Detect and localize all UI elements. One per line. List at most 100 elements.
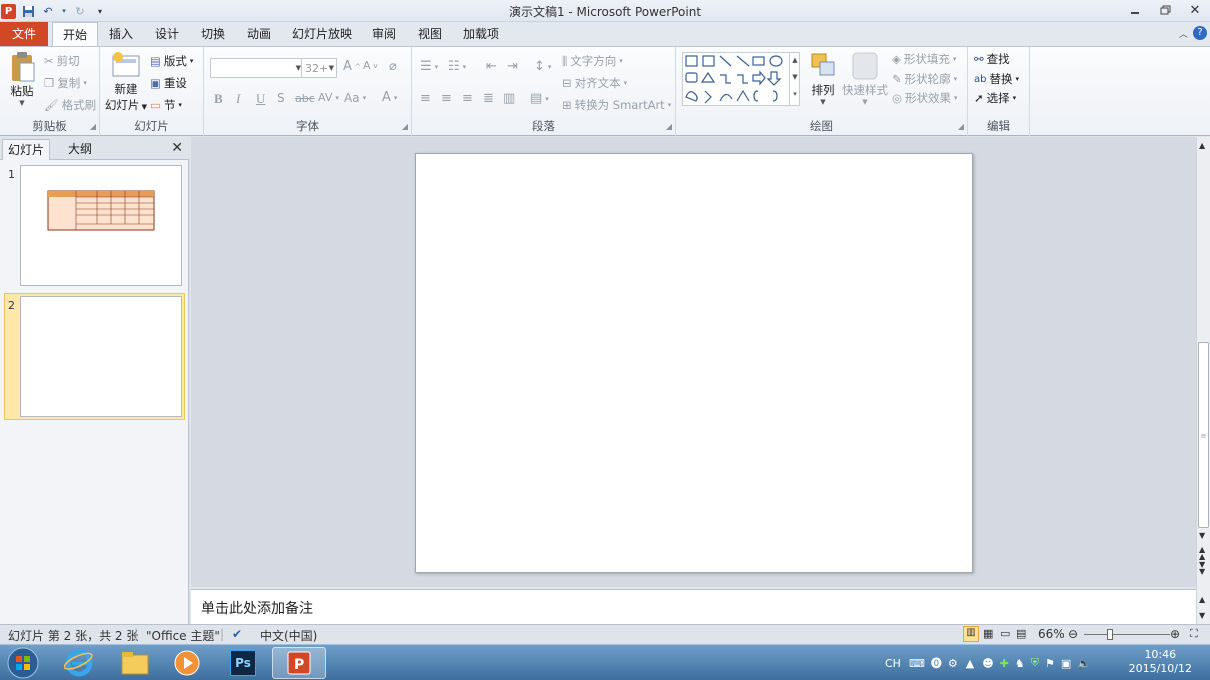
tab-file[interactable]: 文件 [0, 22, 48, 46]
tab-view[interactable]: 视图 [412, 22, 448, 46]
tab-slides[interactable]: 幻灯片 [2, 139, 50, 160]
clipboard-launcher-icon[interactable]: ◢ [90, 122, 96, 131]
previous-slide-icon[interactable]: ▲ ▲ [1199, 546, 1205, 561]
keyboard-icon[interactable]: ⌨ [909, 657, 925, 670]
tab-review[interactable]: 审阅 [366, 22, 402, 46]
current-slide[interactable] [415, 153, 973, 573]
flag-icon[interactable]: ⚑ [1045, 657, 1055, 670]
shrink-font-icon[interactable]: Av [363, 59, 378, 72]
text-direction-button[interactable]: ⫼ 文字方向 ▾ [562, 53, 623, 69]
scroll-up-icon[interactable]: ▲ [1199, 141, 1205, 150]
gallery-scroll[interactable]: ▲ ▼ ▾ [789, 52, 800, 106]
arrange-button[interactable]: 排列 ▼ [806, 50, 840, 106]
tab-slideshow[interactable]: 幻灯片放映 [288, 22, 356, 46]
format-painter-button[interactable]: 🖌 格式刷 [44, 97, 96, 113]
close-pane-icon[interactable]: ✕ [171, 140, 183, 156]
input-language[interactable]: CH [885, 657, 901, 670]
font-name-combo[interactable]: ▼ [210, 58, 304, 78]
slide-1-thumbnail[interactable] [20, 165, 182, 286]
restore-icon[interactable] [1150, 0, 1180, 20]
copy-button[interactable]: ❐ 复制 ▾ [44, 75, 87, 91]
photoshop-icon[interactable]: Ps [216, 647, 270, 679]
font-color-button[interactable]: A ▾ [382, 90, 397, 105]
powerpoint-icon[interactable]: P [272, 647, 326, 679]
ime-settings-icon[interactable]: ⚙ [948, 657, 958, 670]
spell-check-icon[interactable]: ✔ [232, 627, 242, 641]
zoom-out-icon[interactable]: ⊖ [1068, 627, 1078, 641]
file-explorer-icon[interactable] [108, 647, 162, 679]
decrease-indent-icon[interactable]: ⇤ [486, 59, 497, 74]
reset-button[interactable]: ▣ 重设 [150, 75, 187, 91]
media-player-icon[interactable] [160, 647, 214, 679]
zoom-slider[interactable] [1084, 634, 1170, 635]
vertical-scrollbar[interactable]: ▲ ≡ ▼ ▲ ▲ ▼ ▼ ▲ ▼ [1196, 137, 1210, 624]
network-icon[interactable]: ▣ [1061, 657, 1071, 670]
paste-dropdown-icon[interactable]: ▼ [19, 99, 24, 107]
section-button[interactable]: ▭ 节 ▾ [150, 97, 182, 113]
char-spacing-button[interactable]: AV ▾ [318, 91, 339, 104]
help-icon[interactable]: ? [1193, 26, 1207, 40]
tab-home[interactable]: 开始 [52, 22, 98, 47]
numbering-icon[interactable]: ☷ ▾ [448, 59, 466, 74]
font-size-combo[interactable]: 32+ ▼ [301, 58, 337, 78]
columns-icon[interactable]: ▤ ▾ [530, 91, 549, 106]
security-shield-icon[interactable]: ⛨ [1031, 656, 1039, 670]
shape-fill-button[interactable]: ◈ 形状填充 ▾ [892, 51, 956, 67]
justify-icon[interactable]: ≣ [483, 91, 494, 106]
qq-penguin-icon[interactable]: ♞ [1015, 657, 1025, 670]
volume-icon[interactable]: 🔈 [1077, 657, 1091, 670]
paste-button[interactable]: 粘贴 ▼ [6, 51, 38, 107]
clear-formatting-icon[interactable]: ⌀ [389, 59, 397, 74]
align-center-icon[interactable]: ≡ [441, 91, 452, 106]
normal-view-icon[interactable]: ▥ [963, 626, 979, 642]
italic-button[interactable]: I [236, 91, 240, 107]
zoom-level[interactable]: 66% [1038, 627, 1065, 641]
fit-slide-icon[interactable]: ⛶ [1190, 627, 1198, 641]
tab-design[interactable]: 设计 [149, 22, 185, 46]
zoom-slider-thumb[interactable] [1107, 629, 1113, 640]
font-launcher-icon[interactable]: ◢ [402, 122, 408, 131]
align-left-icon[interactable]: ≡ [420, 91, 431, 106]
slide-2-thumbnail[interactable] [20, 296, 182, 417]
shapes-gallery[interactable] [682, 52, 800, 106]
replace-button[interactable]: ab 替换 ▾ [974, 71, 1019, 87]
show-hidden-icons[interactable]: ▲ [966, 657, 974, 670]
scroll-down-icon[interactable]: ▼ [1199, 531, 1205, 540]
find-button[interactable]: ⚯ 查找 [974, 51, 1010, 67]
windows-start-icon[interactable] [0, 647, 46, 679]
underline-button[interactable]: U [256, 91, 265, 107]
notes-pane[interactable]: 单击此处添加备注 [191, 589, 1196, 624]
system-clock[interactable]: 10:46 2015/10/12 [1129, 648, 1192, 676]
zoom-in-icon[interactable]: ⊕ [1170, 627, 1180, 641]
drawing-launcher-icon[interactable]: ◢ [958, 122, 964, 131]
smartart-button[interactable]: ⊞ 转换为 SmartArt ▾ [562, 97, 671, 113]
slide-sorter-icon[interactable]: ▦ [983, 627, 993, 640]
layout-button[interactable]: ▤ 版式 ▾ [150, 53, 193, 69]
reading-view-icon[interactable]: ▭ [1000, 627, 1010, 640]
tab-insert[interactable]: 插入 [103, 22, 139, 46]
internet-explorer-icon[interactable] [52, 647, 106, 679]
user-tray-icon[interactable]: ☻ [982, 657, 993, 670]
shadow-button[interactable]: S [277, 91, 285, 105]
shape-outline-button[interactable]: ✎ 形状轮廓 ▾ [892, 71, 957, 87]
grow-font-icon[interactable]: A ^ [343, 59, 361, 74]
tab-outline[interactable]: 大纲 [56, 139, 104, 160]
minimize-ribbon-icon[interactable]: ︿ [1179, 27, 1188, 40]
tab-addins[interactable]: 加载项 [458, 22, 504, 46]
help-tray-icon[interactable]: ⓿ [931, 655, 942, 671]
select-button[interactable]: ➚ 选择 ▾ [974, 90, 1016, 106]
strikethrough-button[interactable]: abc [295, 92, 315, 105]
line-spacing-icon[interactable]: ↕ ▾ [534, 59, 551, 74]
scroll-thumb[interactable]: ≡ [1198, 342, 1209, 528]
notes-scroll-down-icon[interactable]: ▼ [1199, 611, 1205, 620]
theme-name[interactable]: "Office 主题" [146, 627, 220, 644]
align-text-button[interactable]: ⊟ 对齐文本 ▾ [562, 75, 627, 91]
green-plus-icon[interactable]: ✚ [1000, 657, 1009, 670]
paragraph-launcher-icon[interactable]: ◢ [666, 122, 672, 131]
quick-styles-button[interactable]: 快速样式 ▼ [842, 50, 888, 106]
bullets-icon[interactable]: ☰ ▾ [420, 59, 438, 74]
tab-animations[interactable]: 动画 [241, 22, 277, 46]
tab-transitions[interactable]: 切换 [195, 22, 231, 46]
cut-button[interactable]: ✂ 剪切 [44, 53, 80, 69]
slideshow-view-icon[interactable]: ▤ [1016, 627, 1026, 640]
